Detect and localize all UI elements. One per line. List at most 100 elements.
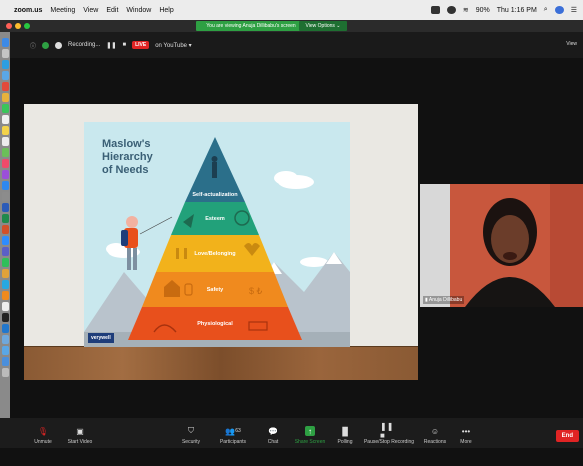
teams-icon[interactable]	[1, 247, 9, 256]
pause-stop-icon: ❚❚ ■	[380, 422, 394, 440]
chat-button[interactable]: 💬 Chat	[262, 418, 284, 448]
music-icon[interactable]	[1, 159, 9, 168]
menu-meeting[interactable]: Meeting	[50, 7, 75, 14]
photos-icon[interactable]	[1, 93, 9, 102]
pause-recording-icon[interactable]: ❚❚	[106, 42, 116, 49]
verywell-logo: verywell	[88, 333, 114, 343]
tier-esteem: Esteem	[205, 216, 225, 222]
polling-button[interactable]: ▐▌ Polling	[333, 418, 357, 448]
calendar-icon[interactable]	[1, 115, 9, 124]
app-store-icon[interactable]	[1, 181, 9, 190]
zoom-window-icon[interactable]	[24, 23, 30, 29]
tier-physiological: Physiological	[197, 321, 233, 327]
video-off-icon: ▣	[76, 426, 84, 436]
shield-icon: ⛉	[188, 426, 194, 435]
finder-icon[interactable]	[1, 38, 9, 47]
unmute-label: Unmute	[34, 439, 52, 445]
signal-bars-icon: ▮	[425, 297, 428, 303]
zoom-title-bar: You are viewing Anuja Dillibabu's screen…	[0, 20, 583, 32]
more-button[interactable]: ••• More	[455, 418, 477, 448]
pause-stop-recording-button[interactable]: ❚❚ ■ Pause/Stop Recording	[362, 418, 416, 448]
encryption-shield-icon[interactable]	[42, 41, 50, 49]
info-icon[interactable]: ⓘ	[30, 41, 36, 50]
trash-icon[interactable]	[1, 368, 9, 377]
safari-icon[interactable]	[1, 60, 9, 69]
close-window-icon[interactable]	[6, 23, 12, 29]
whatsapp-icon[interactable]	[1, 258, 9, 267]
maslow-slide: Maslow's Hierarchy of Needs $ ₺ Self-act…	[84, 122, 350, 347]
mac-dock	[0, 32, 10, 466]
participants-icon: 👥 63	[225, 426, 241, 436]
tier-self-actualization: Self-actualization	[192, 192, 238, 198]
podcasts-icon[interactable]	[1, 170, 9, 179]
security-label: Security	[181, 439, 201, 445]
stop-recording-icon[interactable]: ■	[122, 42, 126, 48]
terminal-icon[interactable]	[1, 313, 9, 322]
menu-view[interactable]: View	[83, 7, 98, 14]
polling-icon: ▐▌	[339, 426, 351, 436]
settings-icon[interactable]	[1, 192, 9, 201]
end-meeting-button[interactable]: End	[555, 430, 579, 442]
mac-menu-bar: zoom.us Meeting View Edit Window Help ≋ …	[0, 0, 583, 20]
menu-edit[interactable]: Edit	[106, 7, 118, 14]
share-screen-icon: ↑	[305, 426, 315, 436]
recording-label: Recording...	[68, 42, 101, 48]
recording-bar: ⓘ Recording... ❚❚ ■ LIVE on YouTube ▾ Vi…	[0, 32, 583, 58]
chat-label: Chat	[267, 439, 279, 445]
messages-icon[interactable]	[1, 104, 9, 113]
view-options-button[interactable]: View Options ⌄	[299, 21, 347, 31]
dropbox-icon[interactable]	[446, 6, 456, 14]
polling-label: Polling	[337, 439, 353, 445]
more-label: More	[460, 439, 472, 445]
share-screen-button[interactable]: ↑ Share Screen	[290, 418, 330, 448]
minimize-window-icon[interactable]	[15, 23, 21, 29]
more-icon: •••	[461, 426, 471, 436]
preview-icon[interactable]	[1, 335, 9, 344]
recording-dot-icon	[55, 41, 63, 49]
powerpoint-icon[interactable]	[1, 225, 9, 234]
word-icon[interactable]	[1, 203, 9, 212]
view-button[interactable]: View	[566, 41, 577, 47]
wooden-floor	[24, 346, 418, 380]
viewing-screen-banner: You are viewing Anuja Dillibabu's screen	[196, 21, 306, 31]
folder-icon[interactable]	[1, 346, 9, 355]
notification-center-icon[interactable]: ☰	[571, 6, 577, 14]
menu-window[interactable]: Window	[126, 7, 151, 14]
battery-level[interactable]: 90%	[476, 7, 490, 14]
wifi-icon[interactable]: ≋	[463, 6, 469, 14]
share-screen-label: Share Screen	[294, 439, 326, 445]
reminders-icon[interactable]	[1, 137, 9, 146]
notes-icon[interactable]	[1, 126, 9, 135]
reactions-label: Reactions	[423, 439, 447, 445]
vlc-icon[interactable]	[1, 291, 9, 300]
clock[interactable]: Thu 1:16 PM	[497, 7, 537, 14]
tier-love-belonging: Love/Belonging	[194, 251, 236, 257]
unmute-button[interactable]: 🎙 Unmute	[28, 418, 58, 448]
microphone-muted-icon: 🎙	[37, 426, 49, 436]
chrome-icon[interactable]	[1, 82, 9, 91]
zoom-icon[interactable]	[1, 236, 9, 245]
launchpad-icon[interactable]	[1, 49, 9, 58]
notion-icon[interactable]	[1, 302, 9, 311]
security-button[interactable]: ⛉ Security	[176, 418, 206, 448]
window-controls	[6, 23, 30, 29]
maps-icon[interactable]	[1, 148, 9, 157]
spotlight-icon[interactable]: ⌕	[544, 6, 548, 14]
reactions-button[interactable]: ☺ Reactions	[420, 418, 450, 448]
bottom-strip	[0, 448, 583, 466]
skype-icon[interactable]	[1, 280, 9, 289]
meeting-controls: 🎙 Unmute ▣ Start Video ⛉ Security 👥 63 Pa…	[0, 418, 583, 448]
participant-video[interactable]: ▮ Anuja Dillibabu	[420, 184, 583, 307]
excel-icon[interactable]	[1, 214, 9, 223]
mail-icon[interactable]	[1, 71, 9, 80]
start-video-button[interactable]: ▣ Start Video	[62, 418, 98, 448]
participants-button[interactable]: 👥 63 Participants	[213, 418, 253, 448]
menu-app-name[interactable]: zoom.us	[14, 7, 42, 14]
vscode-icon[interactable]	[1, 324, 9, 333]
siri-icon[interactable]	[554, 6, 564, 14]
slack-icon[interactable]	[1, 269, 9, 278]
menu-help[interactable]: Help	[159, 7, 173, 14]
live-target-dropdown[interactable]: on YouTube ▾	[155, 42, 192, 49]
screen-record-icon[interactable]	[430, 6, 440, 14]
downloads-icon[interactable]	[1, 357, 9, 366]
